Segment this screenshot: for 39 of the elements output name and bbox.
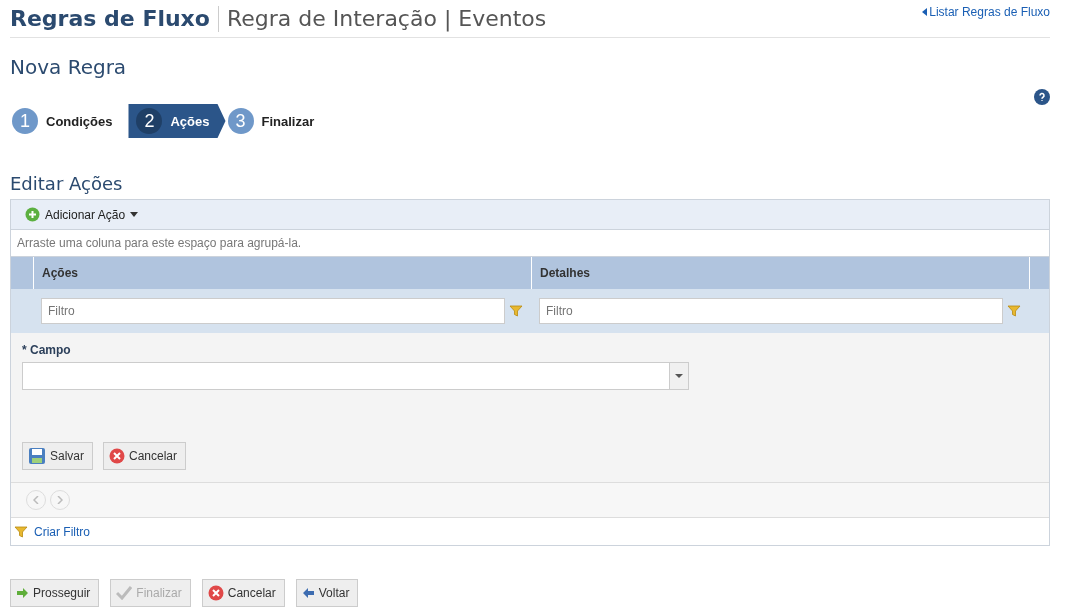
left-arrow-icon [301,587,315,599]
field-dropdown[interactable] [22,362,689,390]
filter-icon [1007,304,1021,318]
module-title: Regras de Fluxo [10,6,210,31]
step-number: 3 [227,108,254,134]
add-action-button[interactable]: Adicionar Ação [25,207,139,222]
wizard-step[interactable]: 2 Ações [128,104,226,138]
wizard-step[interactable]: 1 Condições [10,104,129,138]
filter-icon [509,304,523,318]
step-number: 1 [12,108,38,134]
chevron-right-icon [57,496,63,504]
previous-page-button[interactable] [26,490,46,510]
caret-icon [130,212,139,217]
save-button[interactable]: Salvar [22,442,93,470]
page-subtitle: Regra de Interação | Eventos [226,6,548,31]
list-rules-link[interactable]: Listar Regras de Fluxo [922,5,1050,19]
field-label: * Campo [22,343,72,357]
cancel-button[interactable]: Cancelar [103,442,187,470]
checkmark-icon [116,586,133,600]
add-icon [25,207,40,222]
create-filter-link[interactable]: Criar Filtro [34,524,90,539]
next-page-button[interactable] [50,490,70,510]
filter-input[interactable]: Filtro [539,298,1003,324]
step-number: 2 [136,108,163,134]
section-title: Editar Ações [10,173,124,194]
filter-input[interactable]: Filtro [41,298,505,324]
chevron-left-icon [33,496,39,504]
right-arrow-icon [16,587,29,599]
filter-icon [14,524,28,539]
back-button[interactable]: Voltar [295,579,359,607]
page-title: Nova Regra [10,55,128,79]
caret-icon [675,374,683,378]
cancel-button[interactable]: Cancelar [201,579,285,607]
next-button[interactable]: Prosseguir [10,579,100,607]
help-icon[interactable] [1034,89,1050,105]
cancel-icon [109,448,125,464]
cancel-icon [207,585,224,601]
caret-icon [922,8,928,16]
wizard-step[interactable]: 3 Finalizar [225,104,331,138]
